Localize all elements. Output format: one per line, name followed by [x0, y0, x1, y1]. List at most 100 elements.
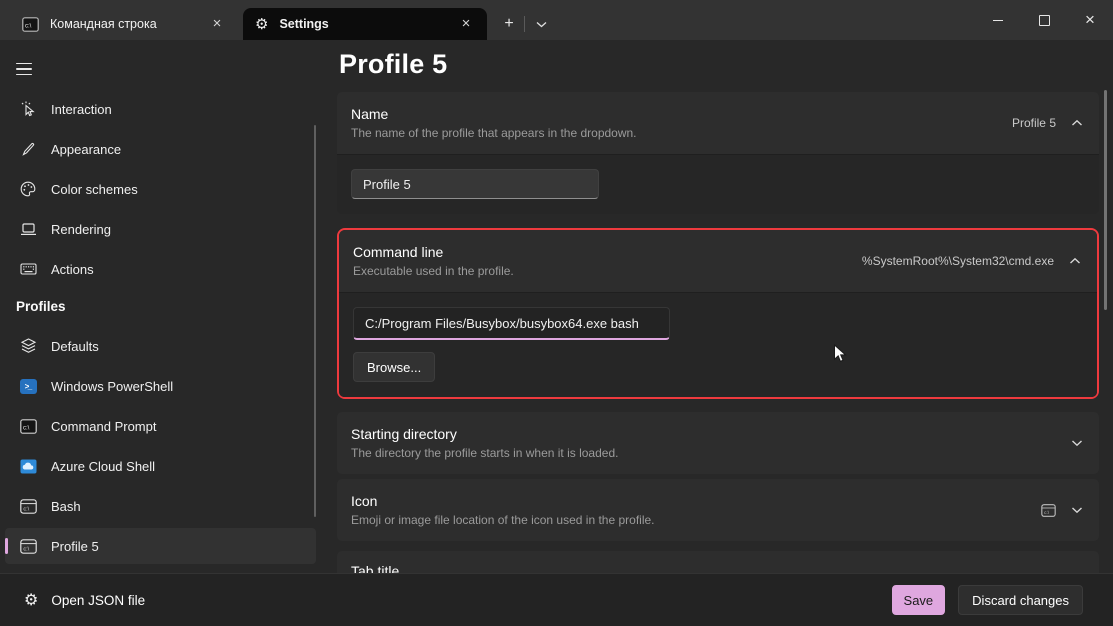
card-commandline: Command line Executable used in the prof… [339, 230, 1097, 397]
profiles-section-header: Profiles [16, 299, 330, 314]
maximize-button[interactable] [1021, 0, 1067, 40]
sidebar-item-label: Actions [51, 262, 94, 277]
setting-current-value: %SystemRoot%\System32\cmd.exe [862, 254, 1054, 268]
setting-description: Executable used in the profile. [353, 264, 862, 278]
name-expander-header[interactable]: Name The name of the profile that appear… [337, 92, 1099, 154]
commandline-expander-header[interactable]: Command line Executable used in the prof… [339, 230, 1097, 292]
sidebar-item-actions[interactable]: Actions [5, 251, 316, 287]
close-tab-icon[interactable]: × [208, 15, 226, 33]
interaction-icon [18, 101, 38, 117]
sidebar-item-label: Defaults [51, 339, 99, 354]
sidebar-item-label: Bash [51, 499, 81, 514]
sidebar: Interaction Appearance C [0, 40, 330, 573]
sidebar-item-bash[interactable]: c:\ Bash [5, 488, 316, 524]
sidebar-item-command-prompt[interactable]: c:\ Command Prompt [5, 408, 316, 444]
starting-directory-header-text: Starting directory The directory the pro… [351, 426, 1071, 460]
sidebar-item-azure-cloud-shell[interactable]: Azure Cloud Shell [5, 448, 316, 484]
sidebar-item-label: Windows PowerShell [51, 379, 173, 394]
azure-cloud-icon [18, 459, 38, 474]
minimize-button[interactable] [975, 0, 1021, 40]
commandline-expander-body: Browse... [339, 292, 1097, 397]
setting-title: Icon [351, 493, 1041, 509]
cmd-icon: c:\ [22, 17, 39, 32]
sidebar-item-label: Color schemes [51, 182, 138, 197]
open-json-file-button[interactable]: ⚙ Open JSON file [24, 593, 145, 608]
setting-title: Name [351, 106, 1012, 122]
chevron-down-icon [536, 21, 547, 28]
pen-icon [18, 142, 38, 157]
profile-name-input[interactable] [351, 169, 599, 199]
settings-body: Interaction Appearance C [0, 40, 1113, 573]
footer-bar: ⚙ Open JSON file Save Discard changes [0, 573, 1113, 626]
palette-icon [18, 181, 38, 197]
sidebar-item-profile-5[interactable]: c:\ Profile 5 [5, 528, 316, 564]
sidebar-item-appearance[interactable]: Appearance [5, 131, 316, 167]
setting-title: Command line [353, 244, 862, 260]
browse-button[interactable]: Browse... [353, 352, 435, 382]
commandline-highlight-border: Command line Executable used in the prof… [337, 228, 1099, 399]
svg-text:c:\: c:\ [23, 506, 29, 512]
gear-icon: ⚙ [24, 593, 38, 608]
tab-dropdown-button[interactable] [529, 12, 553, 36]
sidebar-item-label: Azure Cloud Shell [51, 459, 155, 474]
sidebar-item-windows-powershell[interactable]: >_ Windows PowerShell [5, 368, 316, 404]
discard-changes-button[interactable]: Discard changes [958, 585, 1083, 615]
keyboard-icon [18, 262, 38, 276]
chevron-down-icon [1071, 506, 1083, 514]
powershell-icon: >_ [18, 379, 38, 394]
maximize-icon [1039, 15, 1050, 26]
card-name: Name The name of the profile that appear… [337, 92, 1099, 214]
sidebar-item-rendering[interactable]: Rendering [5, 211, 316, 247]
tab-settings[interactable]: ⚙ Settings × [243, 8, 487, 40]
sidebar-item-label: Interaction [51, 102, 112, 117]
setting-description: The directory the profile starts in when… [351, 446, 1071, 460]
sidebar-item-label: Appearance [51, 142, 121, 157]
new-tab-button[interactable]: + [496, 12, 522, 36]
card-icon: Icon Emoji or image file location of the… [337, 479, 1099, 541]
page-title: Profile 5 [339, 46, 1099, 82]
tab-command-prompt[interactable]: c:\ Командная строка × [12, 8, 236, 40]
name-expander-body [337, 154, 1099, 214]
titlebar: c:\ Командная строка × ⚙ Settings × + × [0, 0, 1113, 40]
tabbar-divider [524, 16, 525, 32]
icon-header-text: Icon Emoji or image file location of the… [351, 493, 1041, 527]
setting-title: Starting directory [351, 426, 1071, 442]
open-json-file-label: Open JSON file [51, 593, 145, 608]
tab-title-expander-header[interactable]: Tab title [337, 551, 1099, 573]
commandline-input[interactable] [353, 307, 670, 340]
cmd-icon: c:\ [18, 419, 38, 434]
main-scrollbar[interactable] [1104, 90, 1107, 310]
gear-icon: ⚙ [255, 17, 268, 32]
chevron-up-icon [1069, 257, 1081, 265]
sidebar-item-color-schemes[interactable]: Color schemes [5, 171, 316, 207]
selection-indicator [5, 538, 8, 554]
terminal-icon: c:\ [18, 499, 38, 514]
name-header-text: Name The name of the profile that appear… [351, 106, 1012, 140]
svg-text:c:\: c:\ [23, 425, 30, 431]
monitor-icon [18, 222, 38, 236]
save-button[interactable]: Save [892, 585, 946, 615]
setting-title: Tab title [351, 563, 1083, 573]
sidebar-item-label: Rendering [51, 222, 111, 237]
card-tab-title: Tab title [337, 551, 1099, 573]
icon-expander-header[interactable]: Icon Emoji or image file location of the… [337, 479, 1099, 541]
close-tab-icon[interactable]: × [457, 15, 475, 33]
app-window: c:\ Командная строка × ⚙ Settings × + × [0, 0, 1113, 626]
sidebar-item-label: Profile 5 [51, 539, 99, 554]
current-profile-icon: c:\ [1041, 504, 1056, 517]
svg-text:c:\: c:\ [23, 546, 29, 552]
commandline-header-text: Command line Executable used in the prof… [353, 244, 862, 278]
sidebar-scrollbar[interactable] [314, 125, 316, 517]
main-content: Profile 5 Name The name of the profile t… [330, 40, 1113, 573]
close-window-button[interactable]: × [1067, 0, 1113, 40]
tab-label: Командная строка [50, 17, 208, 31]
starting-directory-expander-header[interactable]: Starting directory The directory the pro… [337, 412, 1099, 474]
sidebar-item-defaults[interactable]: Defaults [5, 328, 316, 364]
setting-current-value: Profile 5 [1012, 116, 1056, 130]
sidebar-item-interaction[interactable]: Interaction [5, 91, 316, 127]
sidebar-item-label: Command Prompt [51, 419, 156, 434]
setting-description: Emoji or image file location of the icon… [351, 513, 1041, 527]
layers-icon [18, 338, 38, 354]
chevron-down-icon [1071, 439, 1083, 447]
hamburger-menu-button[interactable] [12, 52, 50, 86]
